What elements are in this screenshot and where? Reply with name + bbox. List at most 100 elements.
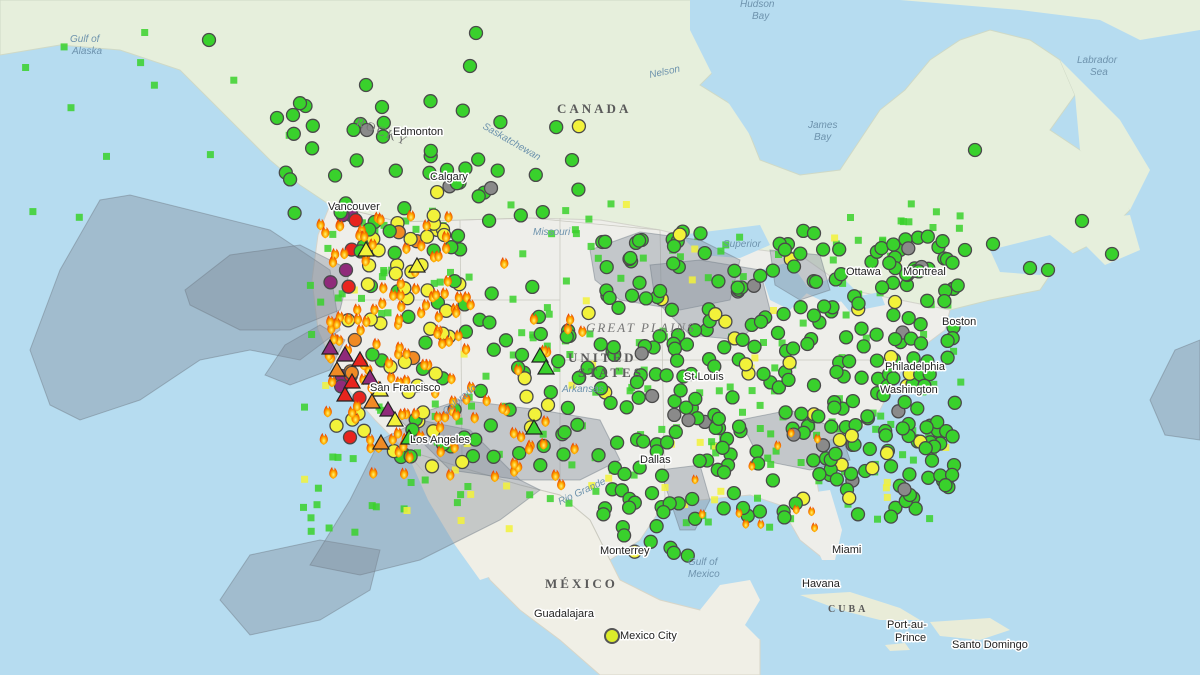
aqi-monitor-circle[interactable] <box>806 226 822 241</box>
aqi-sensor-square[interactable] <box>909 456 917 464</box>
aqi-sensor-square[interactable] <box>351 528 359 536</box>
aqi-monitor-circle[interactable] <box>656 504 671 520</box>
aqi-sensor-square[interactable] <box>329 453 337 461</box>
aqi-sensor-square[interactable] <box>704 274 712 282</box>
aqi-monitor-circle[interactable] <box>887 294 903 310</box>
aqi-sensor-square[interactable] <box>378 310 386 317</box>
air-quality-map[interactable]: CANADA UNITED STATES MÉXICO CUBA ROCKY G… <box>0 0 1200 675</box>
aqi-monitor-circle[interactable] <box>616 528 632 543</box>
aqi-monitor-circle[interactable] <box>776 306 791 322</box>
aqi-monitor-circle[interactable] <box>513 208 528 223</box>
aqi-sensor-square[interactable] <box>764 454 772 462</box>
aqi-sensor-square[interactable] <box>932 208 940 216</box>
aqi-sensor-square[interactable] <box>75 213 83 221</box>
aqi-monitor-circle[interactable] <box>382 223 397 239</box>
aqi-sensor-square[interactable] <box>457 517 465 524</box>
aqi-sensor-square[interactable] <box>594 254 602 262</box>
aqi-monitor-circle[interactable] <box>486 342 501 357</box>
aqi-monitor-circle[interactable] <box>638 291 654 306</box>
aqi-monitor-circle[interactable] <box>811 409 826 424</box>
aqi-monitor-circle[interactable] <box>716 501 731 516</box>
aqi-monitor-circle[interactable] <box>519 389 534 404</box>
aqi-sensor-square[interactable] <box>562 207 570 215</box>
aqi-monitor-circle[interactable] <box>782 355 797 370</box>
aqi-monitor-circle[interactable] <box>349 153 364 168</box>
aqi-monitor-circle[interactable] <box>794 406 809 421</box>
aqi-monitor-circle[interactable] <box>887 331 903 347</box>
aqi-monitor-circle[interactable] <box>845 393 861 409</box>
aqi-sensor-square[interactable] <box>957 378 965 386</box>
aqi-monitor-circle[interactable] <box>806 378 822 393</box>
aqi-sensor-square[interactable] <box>322 382 330 389</box>
aqi-monitor-circle[interactable] <box>753 314 769 329</box>
aqi-monitor-circle[interactable] <box>913 336 929 351</box>
aqi-monitor-circle[interactable] <box>571 182 586 197</box>
aqi-sensor-square[interactable] <box>465 273 473 281</box>
aqi-monitor-circle[interactable] <box>342 430 358 445</box>
aqi-monitor-circle[interactable] <box>827 400 842 415</box>
aqi-monitor-circle[interactable] <box>631 233 647 248</box>
aqi-monitor-circle[interactable] <box>481 213 497 228</box>
aqi-monitor-circle[interactable] <box>483 418 498 433</box>
aqi-sensor-square[interactable] <box>926 515 934 523</box>
aqi-sensor-square[interactable] <box>739 408 746 416</box>
aqi-sensor-square[interactable] <box>421 476 429 484</box>
aqi-monitor-circle[interactable] <box>685 491 700 507</box>
aqi-monitor-circle[interactable] <box>945 429 960 444</box>
aqi-sensor-square[interactable] <box>711 496 719 504</box>
aqi-monitor-circle[interactable] <box>708 307 723 322</box>
aqi-monitor-circle[interactable] <box>673 383 688 398</box>
aqi-monitor-circle[interactable] <box>681 412 696 428</box>
aqi-monitor-circle[interactable] <box>832 242 847 257</box>
aqi-monitor-circle[interactable] <box>387 245 402 260</box>
aqi-sensor-square[interactable] <box>368 502 376 510</box>
aqi-monitor-circle[interactable] <box>423 94 438 109</box>
aqi-monitor-circle[interactable] <box>945 255 960 270</box>
aqi-monitor-circle[interactable] <box>484 286 499 301</box>
aqi-monitor-circle[interactable] <box>841 354 857 369</box>
aqi-sensor-square[interactable] <box>503 482 511 490</box>
aqi-sensor-square[interactable] <box>546 495 554 503</box>
aqi-sensor-square[interactable] <box>412 225 420 233</box>
aqi-monitor-circle[interactable] <box>305 118 320 133</box>
aqi-monitor-circle[interactable] <box>596 507 611 522</box>
aqi-monitor-circle[interactable] <box>358 77 374 93</box>
aqi-monitor-circle[interactable] <box>631 390 646 405</box>
aqi-monitor-circle[interactable] <box>901 310 916 326</box>
aqi-sensor-square[interactable] <box>141 29 149 36</box>
aqi-monitor-circle[interactable] <box>667 407 682 423</box>
aqi-monitor-circle[interactable] <box>678 400 694 415</box>
aqi-monitor-circle[interactable] <box>455 454 470 470</box>
aqi-monitor-circle[interactable] <box>388 266 403 281</box>
aqi-sensor-square[interactable] <box>329 230 337 238</box>
aqi-monitor-circle[interactable] <box>329 418 344 433</box>
aqi-sensor-square[interactable] <box>585 215 593 223</box>
aqi-sensor-square[interactable] <box>518 329 526 337</box>
aqi-monitor-circle[interactable] <box>770 325 786 341</box>
aqi-sensor-square[interactable] <box>457 491 465 499</box>
aqi-sensor-square[interactable] <box>324 244 332 252</box>
aqi-monitor-circle[interactable] <box>874 280 890 295</box>
aqi-monitor-circle[interactable] <box>856 339 871 354</box>
aqi-monitor-circle[interactable] <box>777 242 793 257</box>
aqi-monitor-mexico-city[interactable] <box>604 628 620 644</box>
aqi-sensor-square[interactable] <box>658 425 666 433</box>
aqi-sensor-square[interactable] <box>384 309 392 317</box>
aqi-sensor-square[interactable] <box>877 412 885 420</box>
aqi-monitor-circle[interactable] <box>812 467 827 482</box>
aqi-sensor-square[interactable] <box>766 523 774 531</box>
aqi-sensor-square[interactable] <box>334 294 342 302</box>
aqi-monitor-circle[interactable] <box>304 141 320 156</box>
aqi-monitor-circle[interactable] <box>619 400 634 415</box>
aqi-monitor-circle[interactable] <box>593 337 608 352</box>
aqi-sensor-square[interactable] <box>907 200 915 208</box>
aqi-sensor-square[interactable] <box>847 214 854 221</box>
aqi-sensor-square[interactable] <box>751 354 759 362</box>
aqi-sensor-square[interactable] <box>883 493 891 501</box>
aqi-monitor-circle[interactable] <box>765 263 781 278</box>
aqi-monitor-circle[interactable] <box>287 205 302 221</box>
aqi-monitor-circle[interactable] <box>869 353 885 368</box>
aqi-monitor-circle[interactable] <box>429 184 445 200</box>
aqi-monitor-circle[interactable] <box>749 444 764 459</box>
aqi-monitor-circle[interactable] <box>862 441 877 457</box>
